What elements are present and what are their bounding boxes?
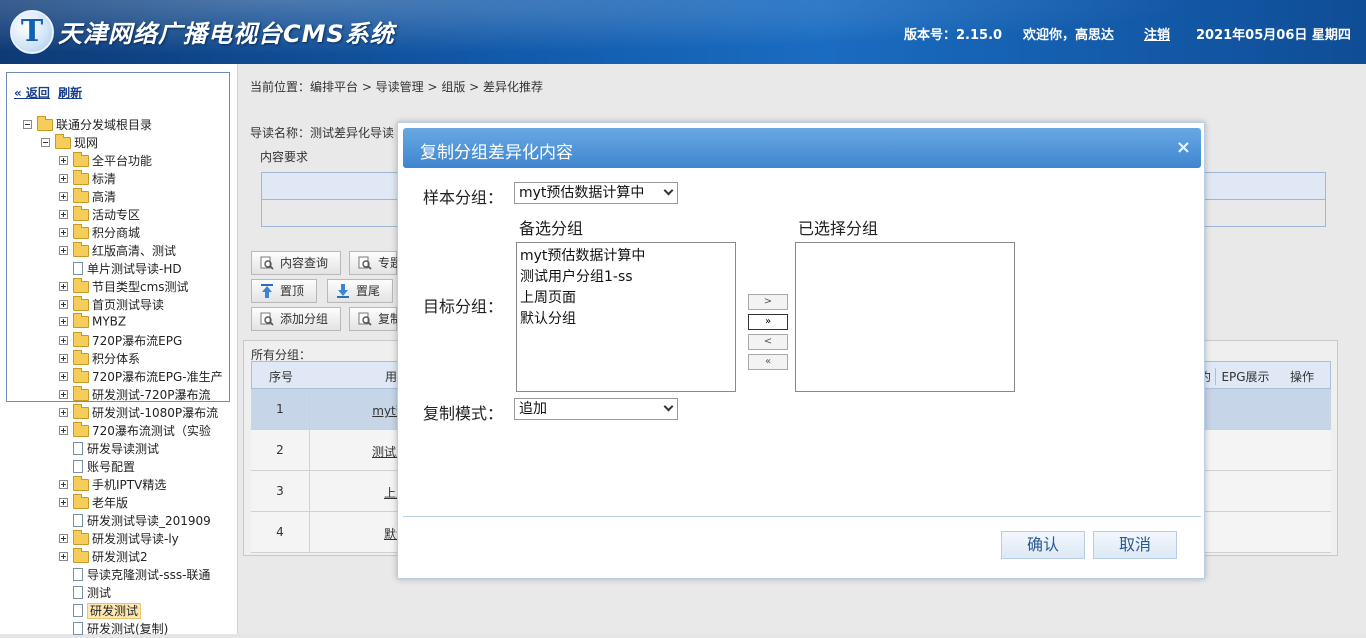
move-all-right-button[interactable]: » [748,314,788,330]
dialog-title: 复制分组差异化内容 [420,143,573,163]
chevron-down-icon [663,401,674,412]
cancel-button[interactable]: 取消 [1093,531,1177,559]
copy-mode-value: 追加 [519,401,547,417]
close-icon[interactable]: × [1176,137,1191,158]
target-group-label: 目标分组： [423,297,504,316]
chevron-down-icon [663,185,674,196]
list-item[interactable]: 默认分组 [520,308,576,328]
sample-group-select[interactable]: myt预估数据计算中 [514,182,678,204]
list-item[interactable]: 测试用户分组1-ss [520,266,633,286]
copy-mode-select[interactable]: 追加 [514,398,678,420]
move-all-left-button[interactable]: « [748,354,788,370]
available-groups-list[interactable]: myt预估数据计算中 测试用户分组1-ss 上周页面 默认分组 [516,242,736,392]
selected-groups-heading: 已选择分组 [798,219,879,238]
selected-groups-list[interactable] [795,242,1015,392]
copy-mode-label: 复制模式： [423,404,504,423]
available-groups-heading: 备选分组 [519,219,584,238]
sample-group-value: myt预估数据计算中 [519,185,645,201]
move-right-button[interactable]: > [748,294,788,310]
sample-group-label: 样本分组： [423,188,504,207]
list-item[interactable]: 上周页面 [520,287,576,307]
copy-group-dialog: 复制分组差异化内容 × 样本分组： myt预估数据计算中 备选分组 已选择分组 … [397,122,1205,579]
dialog-divider [403,516,1201,517]
list-item[interactable]: myt预估数据计算中 [520,245,645,265]
move-left-button[interactable]: < [748,334,788,350]
dialog-title-bar: 复制分组差异化内容 × [403,128,1201,168]
confirm-button[interactable]: 确认 [1001,531,1085,559]
